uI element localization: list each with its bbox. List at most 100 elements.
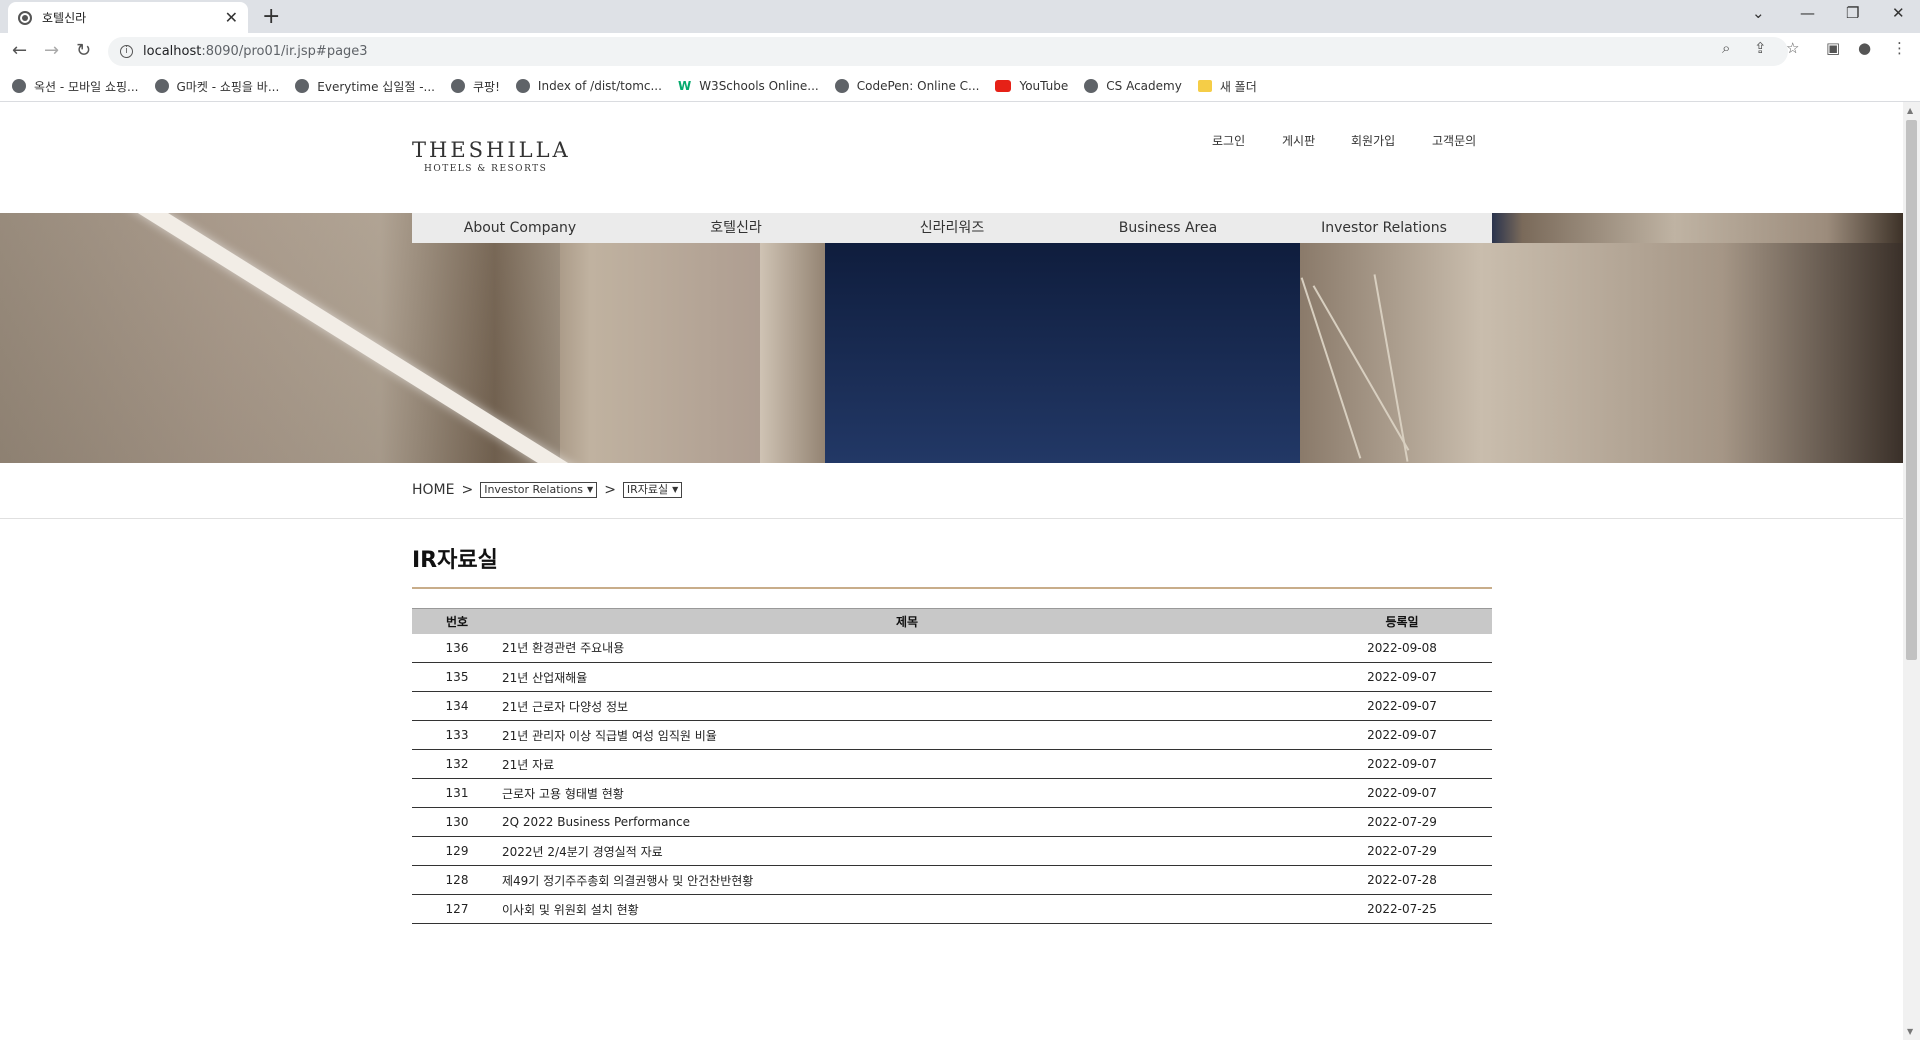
header-title: 제목 xyxy=(502,608,1312,634)
zoom-icon[interactable]: ⌕ xyxy=(1722,39,1730,57)
row-number: 133 xyxy=(412,720,502,750)
table-row[interactable]: 131 근로자 고용 형태별 현황 2022-09-07 xyxy=(412,778,1492,808)
breadcrumb: HOME > Investor Relations ▼ > IR자료실 ▼ xyxy=(412,482,683,498)
bookmark-item[interactable]: YouTube xyxy=(995,79,1068,93)
close-window-icon[interactable]: ✕ xyxy=(1892,4,1905,22)
bookmark-item[interactable]: CodePen: Online C... xyxy=(834,79,980,93)
subpage-select-value: IR자료실 xyxy=(626,483,669,496)
table-row[interactable]: 132 21년 자료 2022-09-07 xyxy=(412,749,1492,779)
hero-banner-image xyxy=(0,213,1903,463)
restore-icon[interactable]: ❐ xyxy=(1846,4,1859,22)
bookmark-label: Index of /dist/tomc... xyxy=(537,79,662,93)
bookmark-label: YouTube xyxy=(1019,79,1069,93)
minimize-icon[interactable]: — xyxy=(1800,4,1815,22)
breadcrumb-category-select[interactable]: Investor Relations ▼ xyxy=(480,482,598,498)
row-date: 2022-09-07 xyxy=(1312,691,1492,721)
bookmark-label: CS Academy xyxy=(1106,79,1182,93)
breadcrumb-separator: > xyxy=(604,482,616,498)
header-number: 번호 xyxy=(412,608,502,634)
bookmark-item[interactable]: Everytime 십일절 -... xyxy=(295,78,435,95)
bookmark-item[interactable]: 옥션 - 모바일 쇼핑... xyxy=(12,78,139,95)
site-info-icon[interactable]: i xyxy=(120,45,133,58)
url-input[interactable]: i localhost :8090/pro01/ir.jsp#page3 xyxy=(108,37,1788,66)
browser-tab[interactable]: 호텔신라 ✕ xyxy=(8,2,248,33)
chevron-down-icon: ▼ xyxy=(672,485,679,494)
nav-shilla-rewards[interactable]: 신라리워즈 xyxy=(844,213,1060,243)
ir-board-table: 번호 제목 등록일 136 21년 환경관련 주요내용 2022-09-08 135 2… xyxy=(412,608,1492,924)
reload-icon[interactable]: ↻ xyxy=(76,40,91,61)
globe-icon xyxy=(295,79,310,93)
board-link[interactable]: 게시판 xyxy=(1282,132,1315,149)
row-number: 131 xyxy=(412,778,502,808)
close-tab-icon[interactable]: ✕ xyxy=(225,8,238,27)
bookmark-item[interactable]: CS Academy xyxy=(1084,79,1182,93)
cs-academy-icon xyxy=(1084,79,1099,93)
breadcrumb-subpage-select[interactable]: IR자료실 ▼ xyxy=(622,482,683,498)
row-title-link[interactable]: 제49기 정기주주총회 의결권행사 및 안건찬반현황 xyxy=(502,865,1312,895)
row-title-link[interactable]: 21년 관리자 이상 직급별 여성 임직원 비율 xyxy=(502,720,1312,750)
bookmark-label: 옥션 - 모바일 쇼핑... xyxy=(34,79,139,94)
row-title-link[interactable]: 근로자 고용 형태별 현황 xyxy=(502,778,1312,808)
table-row[interactable]: 133 21년 관리자 이상 직급별 여성 임직원 비율 2022-09-07 xyxy=(412,720,1492,750)
row-title-link[interactable]: 21년 산업재해율 xyxy=(502,662,1312,692)
bookmark-label: CodePen: Online C... xyxy=(856,79,980,93)
profile-avatar-icon[interactable]: ● xyxy=(1858,39,1871,57)
row-title-link[interactable]: 21년 자료 xyxy=(502,749,1312,779)
row-title-link[interactable]: 21년 환경관련 주요내용 xyxy=(502,633,1312,663)
bookmark-label: Everytime 십일절 -... xyxy=(317,79,436,94)
scroll-down-icon[interactable]: ▼ xyxy=(1907,1027,1913,1036)
bookmark-item[interactable]: 새 폴더 xyxy=(1197,78,1257,95)
side-panel-icon[interactable]: ▣ xyxy=(1826,39,1840,57)
w3schools-icon: W xyxy=(677,79,692,93)
table-row[interactable]: 136 21년 환경관련 주요내용 2022-09-08 xyxy=(412,633,1492,663)
scrollbar-thumb[interactable] xyxy=(1906,120,1917,660)
new-tab-icon[interactable]: + xyxy=(262,4,280,29)
menu-kebab-icon[interactable]: ⋮ xyxy=(1892,39,1907,57)
row-number: 129 xyxy=(412,836,502,866)
bookmark-label: 새 폴더 xyxy=(1219,79,1257,94)
globe-icon xyxy=(515,79,530,93)
table-row[interactable]: 128 제49기 정기주주총회 의결권행사 및 안건찬반현황 2022-07-28 xyxy=(412,865,1492,895)
bookmark-label: 쿠팡! xyxy=(473,79,500,94)
signup-link[interactable]: 회원가입 xyxy=(1351,132,1395,149)
scroll-up-icon[interactable]: ▲ xyxy=(1907,106,1913,115)
bookmark-item[interactable]: Index of /dist/tomc... xyxy=(515,79,662,93)
row-number: 136 xyxy=(412,633,502,663)
breadcrumb-home[interactable]: HOME xyxy=(412,482,454,498)
back-icon[interactable]: ← xyxy=(12,40,27,61)
nav-business-area[interactable]: Business Area xyxy=(1060,213,1276,243)
customer-inquiry-link[interactable]: 고객문의 xyxy=(1432,132,1476,149)
table-row[interactable]: 134 21년 근로자 다양성 정보 2022-09-07 xyxy=(412,691,1492,721)
bookmark-label: W3Schools Online... xyxy=(699,79,819,93)
row-title-link[interactable]: 2022년 2/4분기 경영실적 자료 xyxy=(502,836,1312,866)
table-row[interactable]: 127 이사회 및 위원회 설치 현황 2022-07-25 xyxy=(412,894,1492,924)
logo-main-text: THESHILLA xyxy=(412,138,571,162)
nav-investor-relations[interactable]: Investor Relations xyxy=(1276,213,1492,243)
bookmark-star-icon[interactable]: ☆ xyxy=(1786,39,1799,57)
row-title-link[interactable]: 이사회 및 위원회 설치 현황 xyxy=(502,894,1312,924)
login-link[interactable]: 로그인 xyxy=(1212,132,1245,149)
page-scrollbar[interactable]: ▲ ▼ xyxy=(1903,102,1920,1040)
site-logo[interactable]: THESHILLA HOTELS & RESORTS xyxy=(412,138,571,174)
nav-hotel-shilla[interactable]: 호텔신라 xyxy=(628,213,844,243)
bookmark-item[interactable]: 쿠팡! xyxy=(451,78,500,95)
bookmark-label: G마켓 - 쇼핑을 바... xyxy=(176,79,280,94)
share-icon[interactable]: ⇪ xyxy=(1754,39,1767,57)
row-number: 127 xyxy=(412,894,502,924)
row-date: 2022-09-08 xyxy=(1312,633,1492,663)
tab-search-chevron-icon[interactable]: ⌄ xyxy=(1752,4,1765,22)
category-select-value: Investor Relations xyxy=(484,483,584,496)
url-host: localhost xyxy=(143,44,202,59)
table-row[interactable]: 135 21년 산업재해율 2022-09-07 xyxy=(412,662,1492,692)
table-row[interactable]: 129 2022년 2/4분기 경영실적 자료 2022-07-29 xyxy=(412,836,1492,866)
bookmark-item[interactable]: W W3Schools Online... xyxy=(678,79,819,93)
folder-icon xyxy=(1197,80,1212,92)
globe-icon xyxy=(154,79,169,93)
row-title-link[interactable]: 2Q 2022 Business Performance xyxy=(502,807,1312,837)
row-title-link[interactable]: 21년 근로자 다양성 정보 xyxy=(502,691,1312,721)
bookmark-item[interactable]: G마켓 - 쇼핑을 바... xyxy=(154,78,280,95)
table-row[interactable]: 130 2Q 2022 Business Performance 2022-07-2… xyxy=(412,807,1492,837)
forward-icon[interactable]: → xyxy=(44,40,59,61)
bookmarks-bar: 옥션 - 모바일 쇼핑... G마켓 - 쇼핑을 바... Everytime 십일… xyxy=(0,71,1920,102)
nav-about-company[interactable]: About Company xyxy=(412,213,628,243)
